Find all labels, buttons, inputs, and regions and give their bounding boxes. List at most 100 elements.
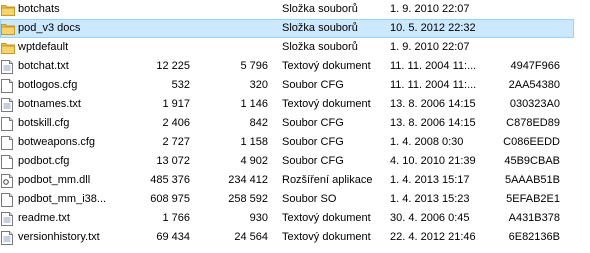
- file-icon: [1, 190, 15, 209]
- file-row[interactable]: botnames.txt 1 917 1 146 Textový dokument 13…: [0, 95, 590, 114]
- file-date: 30. 4. 2006 0:45: [390, 212, 470, 224]
- file-packed-size: [200, 0, 268, 19]
- file-type: Textový dokument: [282, 212, 371, 224]
- file-packed-size: 24 564: [234, 231, 268, 243]
- file-name: versionhistory.txt: [18, 231, 100, 243]
- folder-icon: [1, 0, 15, 19]
- file-crc: [500, 0, 560, 19]
- file-crc: 030323A0: [509, 98, 560, 110]
- dll-icon: [1, 171, 15, 190]
- file-name: podbot_mm_i38...: [18, 193, 107, 205]
- file-size: 532: [171, 79, 190, 91]
- file-name: botskill.cfg: [18, 117, 70, 129]
- file-type: Složka souborů: [282, 41, 358, 53]
- file-icon: [1, 133, 15, 152]
- file-date: 11. 11. 2004 11:...: [390, 60, 477, 72]
- file-size: 1 766: [162, 212, 190, 224]
- file-name: botchat.txt: [18, 60, 69, 72]
- file-name: botweapons.cfg: [18, 136, 96, 148]
- file-date: 13. 8. 2006 14:15: [390, 117, 476, 129]
- file-type: Složka souborů: [282, 3, 358, 15]
- file-name: wptdefault: [18, 41, 69, 53]
- file-date: 1. 4. 2008 0:30: [390, 136, 464, 148]
- file-packed-size: 5 796: [240, 60, 268, 72]
- text-file-icon: [1, 95, 15, 114]
- file-packed-size: [200, 38, 268, 57]
- file-name: readme.txt: [18, 212, 70, 224]
- file-row[interactable]: versionhistory.txt 69 434 24 564 Textový do…: [0, 228, 590, 247]
- file-size: 12 225: [156, 60, 190, 72]
- file-date: 13. 8. 2006 14:15: [390, 98, 476, 110]
- file-date: 1. 9. 2010 22:07: [390, 3, 470, 15]
- text-file-icon: [1, 57, 15, 76]
- file-type: Složka souborů: [282, 22, 358, 34]
- file-date: 11. 11. 2004 11:...: [390, 79, 477, 91]
- file-name: podbot_mm.dll: [18, 174, 91, 186]
- file-packed-size: 258 592: [228, 193, 268, 205]
- file-size: [120, 19, 190, 38]
- file-packed-size: 320: [249, 79, 268, 91]
- file-row[interactable]: botchats Složka souborů 1. 9. 2010 22:07: [0, 0, 590, 19]
- file-size: 2 406: [162, 117, 190, 129]
- file-date: 1. 4. 2013 15:23: [390, 193, 470, 205]
- file-type: Soubor CFG: [282, 117, 344, 129]
- file-name: botlogos.cfg: [18, 79, 78, 91]
- file-row[interactable]: botskill.cfg 2 406 842 Soubor CFG 13. 8. 200…: [0, 114, 590, 133]
- file-type: Soubor CFG: [282, 155, 344, 167]
- file-packed-size: 1 158: [240, 136, 268, 148]
- file-size: [120, 38, 190, 57]
- file-row[interactable]: readme.txt 1 766 930 Textový dokument 30. 4.…: [0, 209, 590, 228]
- file-type: Soubor CFG: [282, 136, 344, 148]
- file-name: podbot.cfg: [18, 155, 70, 167]
- file-size: 1 917: [162, 98, 190, 110]
- file-crc: C878ED89: [506, 117, 560, 129]
- folder-icon: [1, 38, 15, 57]
- file-name: botnames.txt: [18, 98, 81, 110]
- file-icon: [1, 76, 15, 95]
- text-file-icon: [1, 228, 15, 247]
- file-row[interactable]: podbot_mm.dll 485 376 234 412 Rozšíření apl…: [0, 171, 590, 190]
- file-row[interactable]: botchat.txt 12 225 5 796 Textový dokument 11…: [0, 57, 590, 76]
- file-crc: 5EFAB2E1: [506, 193, 560, 205]
- file-crc: A431B378: [508, 212, 560, 224]
- file-type: Soubor SO: [282, 193, 337, 205]
- file-type: Textový dokument: [282, 60, 371, 72]
- file-size: 485 376: [150, 174, 190, 186]
- file-size: 2 727: [162, 136, 190, 148]
- file-packed-size: [200, 19, 268, 38]
- file-row[interactable]: podbot.cfg 13 072 4 902 Soubor CFG 4. 10. 20…: [0, 152, 590, 171]
- file-icon: [1, 152, 15, 171]
- file-row[interactable]: wptdefault Složka souborů 1. 9. 2010 22:07: [0, 38, 590, 57]
- file-list: botchats Složka souborů 1. 9. 2010 22:07 po…: [0, 0, 590, 253]
- file-size: 13 072: [156, 155, 190, 167]
- file-date: 4. 10. 2010 21:39: [390, 155, 476, 167]
- file-size: [120, 0, 190, 19]
- file-size: 69 434: [156, 231, 190, 243]
- file-packed-size: 842: [249, 117, 268, 129]
- file-row[interactable]: pod_v3 docs Složka souborů 10. 5. 2012 22:…: [0, 19, 590, 38]
- file-crc: C086EEDD: [503, 136, 560, 148]
- file-icon: [1, 114, 15, 133]
- file-packed-size: 4 902: [240, 155, 268, 167]
- file-crc: [500, 19, 560, 38]
- file-row[interactable]: botweapons.cfg 2 727 1 158 Soubor CFG 1. 4. …: [0, 133, 590, 152]
- file-type: Textový dokument: [282, 231, 371, 243]
- file-name: pod_v3 docs: [18, 22, 81, 34]
- file-crc: [500, 38, 560, 57]
- file-crc: 4947F966: [510, 60, 560, 72]
- file-type: Soubor CFG: [282, 79, 344, 91]
- file-row[interactable]: botlogos.cfg 532 320 Soubor CFG 11. 11. 2004…: [0, 76, 590, 95]
- file-crc: 5AAAB51B: [504, 174, 560, 186]
- file-packed-size: 930: [249, 212, 268, 224]
- file-crc: 2AA54380: [508, 79, 560, 91]
- file-date: 22. 4. 2012 21:46: [390, 231, 476, 243]
- file-packed-size: 234 412: [228, 174, 268, 186]
- file-crc: 6E82136B: [508, 231, 560, 243]
- file-crc: 45B9CBAB: [504, 155, 560, 167]
- file-packed-size: 1 146: [240, 98, 268, 110]
- file-type: Textový dokument: [282, 98, 371, 110]
- file-date: 1. 9. 2010 22:07: [390, 41, 470, 53]
- file-row[interactable]: podbot_mm_i38... 608 975 258 592 Soubor SO 1…: [0, 190, 590, 209]
- folder-icon: [1, 19, 15, 38]
- file-size: 608 975: [150, 193, 190, 205]
